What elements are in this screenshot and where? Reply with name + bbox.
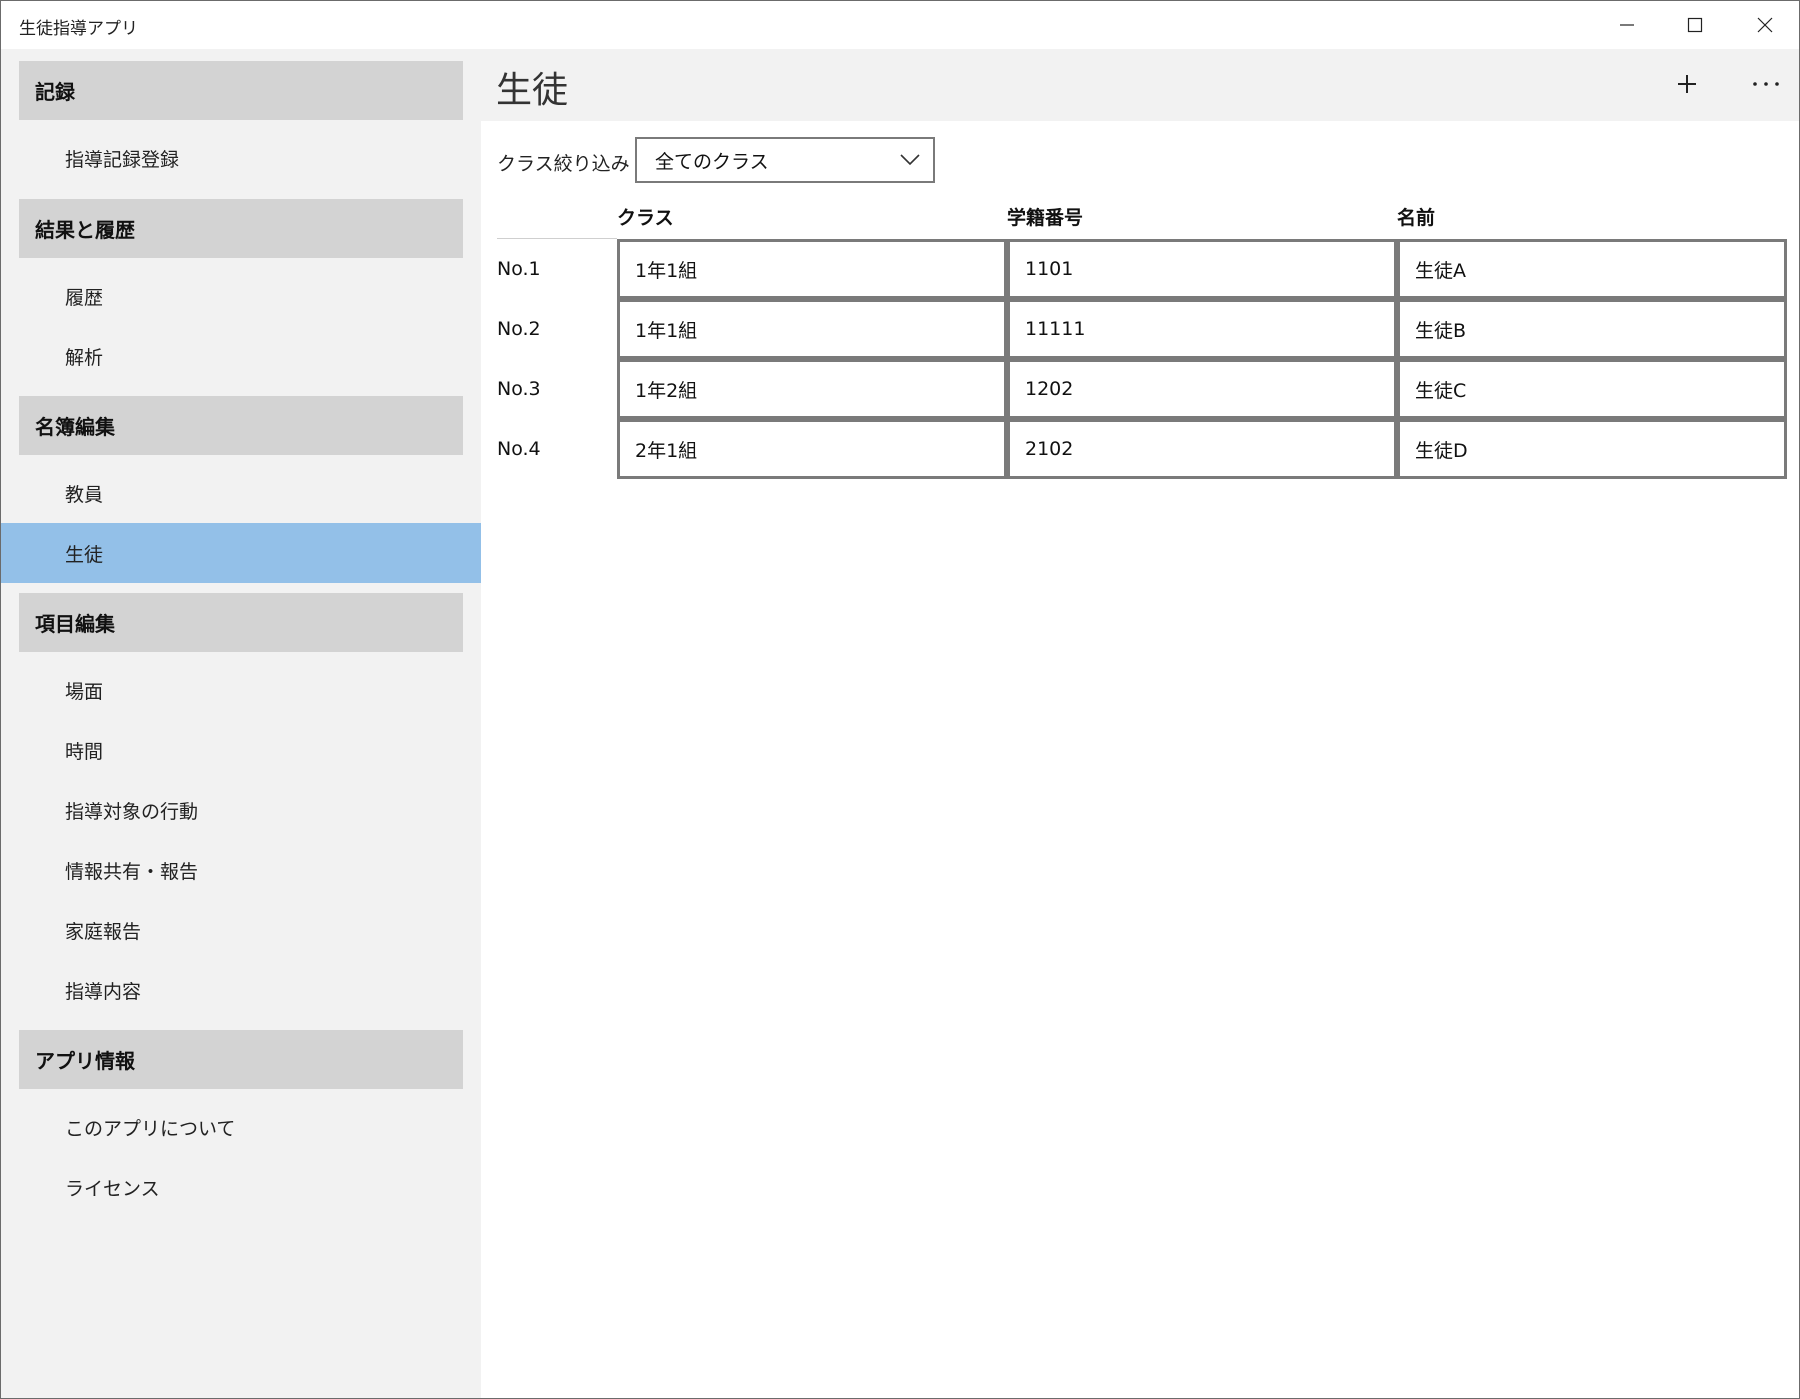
student-id-cell[interactable]: 1101 (1007, 239, 1397, 299)
sidebar-item-time[interactable]: 時間 (1, 720, 481, 780)
class-cell[interactable]: 1年1組 (617, 239, 1007, 299)
column-header-class: クラス (617, 207, 674, 229)
maximize-button[interactable] (1661, 1, 1729, 49)
class-cell[interactable]: 1年2組 (617, 359, 1007, 419)
student-id-cell[interactable]: 2102 (1007, 419, 1397, 479)
sidebar-item-license[interactable]: ライセンス (1, 1157, 481, 1217)
row-label: No.2 (497, 318, 541, 340)
section-header-results: 結果と履歴 (19, 199, 463, 258)
section-header-record: 記録 (19, 61, 463, 120)
row-label: No.1 (497, 258, 541, 280)
sidebar-item-teachers[interactable]: 教員 (1, 463, 481, 523)
window-title: 生徒指導アプリ (19, 19, 138, 39)
app-window: 生徒指導アプリ 記録 指導記録登録 結果と履歴 履歴 解析 名簿編集 教員 生徒… (0, 0, 1800, 1399)
row-label: No.3 (497, 378, 541, 400)
more-icon (1753, 82, 1779, 86)
sidebar-item-history[interactable]: 履歴 (1, 266, 481, 326)
class-filter-dropdown[interactable]: 全てのクラス (635, 137, 935, 183)
sidebar-item-target-behavior[interactable]: 指導対象の行動 (1, 780, 481, 840)
section-header-app-info: アプリ情報 (19, 1030, 463, 1089)
sidebar-item-about[interactable]: このアプリについて (1, 1097, 481, 1157)
sidebar-item-students[interactable]: 生徒 (1, 523, 481, 583)
class-cell[interactable]: 1年1組 (617, 299, 1007, 359)
student-id-cell[interactable]: 11111 (1007, 299, 1397, 359)
minimize-icon (1620, 24, 1634, 26)
student-name-cell[interactable]: 生徒D (1397, 419, 1787, 479)
close-icon (1757, 17, 1773, 33)
student-id-cell[interactable]: 1202 (1007, 359, 1397, 419)
chevron-down-icon (900, 154, 920, 166)
sidebar-item-guidance-content[interactable]: 指導内容 (1, 960, 481, 1020)
sidebar-item-guidance-entry[interactable]: 指導記録登録 (1, 128, 481, 188)
student-name-cell[interactable]: 生徒C (1397, 359, 1787, 419)
student-name-cell[interactable]: 生徒B (1397, 299, 1787, 359)
class-filter-label: クラス絞り込み (497, 153, 630, 175)
student-name-cell[interactable]: 生徒A (1397, 239, 1787, 299)
column-header-student-id: 学籍番号 (1007, 207, 1084, 229)
add-button[interactable] (1664, 61, 1710, 107)
minimize-button[interactable] (1593, 1, 1661, 49)
main-header: 生徒 (481, 49, 1799, 121)
section-header-item-edit: 項目編集 (19, 593, 463, 652)
close-button[interactable] (1731, 1, 1799, 49)
sidebar-item-home-report[interactable]: 家庭報告 (1, 900, 481, 960)
sidebar-item-scene[interactable]: 場面 (1, 660, 481, 720)
plus-icon (1678, 75, 1696, 93)
more-button[interactable] (1741, 61, 1791, 107)
sidebar-item-analysis[interactable]: 解析 (1, 326, 481, 386)
sidebar: 記録 指導記録登録 結果と履歴 履歴 解析 名簿編集 教員 生徒 項目編集 場面… (1, 49, 481, 1398)
sidebar-item-info-sharing[interactable]: 情報共有・報告 (1, 840, 481, 900)
row-label: No.4 (497, 438, 541, 460)
class-filter-value: 全てのクラス (655, 150, 769, 173)
maximize-icon (1687, 17, 1703, 33)
section-header-roster: 名簿編集 (19, 396, 463, 455)
title-bar: 生徒指導アプリ (1, 1, 1799, 49)
page-title: 生徒 (496, 70, 569, 111)
column-header-name: 名前 (1397, 207, 1436, 229)
class-cell[interactable]: 2年1組 (617, 419, 1007, 479)
header-divider (497, 238, 617, 239)
